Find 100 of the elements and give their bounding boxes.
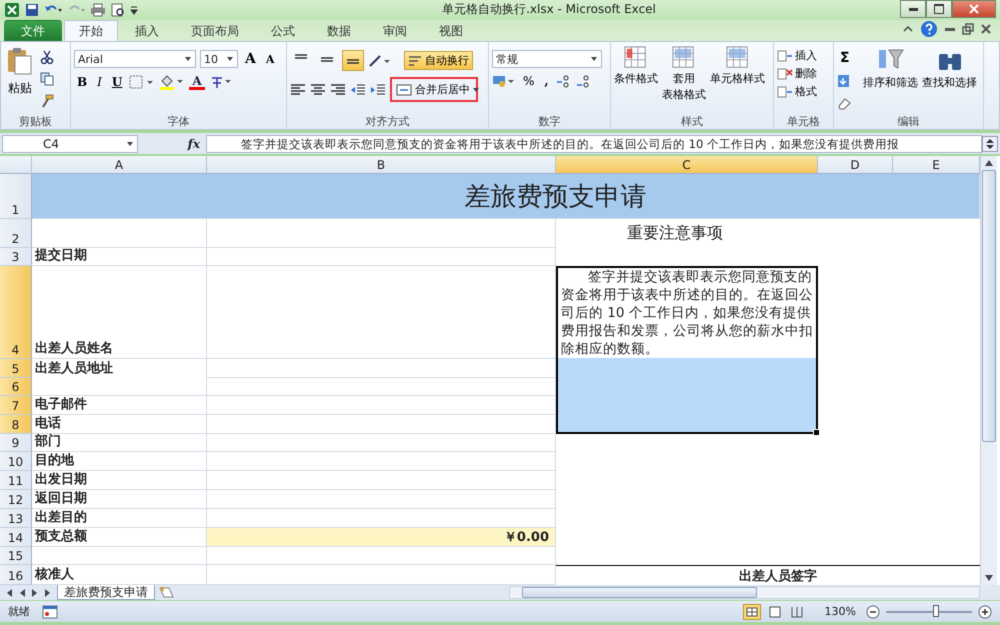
zoom-level[interactable]: 130% bbox=[824, 605, 856, 618]
ribbon-tab[interactable]: 数据 bbox=[312, 20, 366, 42]
number-format-field[interactable]: 常规 bbox=[492, 50, 602, 68]
print-preview-icon[interactable] bbox=[111, 2, 125, 17]
row-header[interactable]: 12 bbox=[0, 490, 32, 510]
wrap-text-button[interactable]: 自动换行 bbox=[404, 51, 473, 70]
maximize-button[interactable] bbox=[926, 0, 952, 18]
underline-button[interactable]: U bbox=[108, 75, 126, 90]
cut-icon[interactable] bbox=[40, 50, 54, 64]
row-header[interactable]: 8 bbox=[0, 415, 32, 434]
clipboard-icon[interactable] bbox=[6, 46, 34, 76]
insert-cells-button[interactable]: 插入 bbox=[777, 48, 817, 64]
ribbon-tab[interactable]: 插入 bbox=[120, 20, 174, 42]
formula-field[interactable]: 签字并提交该表即表示您同意预支的资金将用于该表中所述的目的。在返回公司后的 10 个工作日内，如果您没有提供费用报 bbox=[206, 134, 982, 153]
page-layout-view-icon[interactable] bbox=[766, 604, 783, 620]
zoom-out-icon[interactable] bbox=[866, 604, 880, 619]
conditional-format-icon[interactable] bbox=[624, 46, 648, 70]
expand-formula-icon[interactable] bbox=[982, 136, 998, 152]
sheet-tab[interactable]: 差旅费预支申请 bbox=[57, 585, 155, 600]
grow-font-button[interactable]: A bbox=[242, 51, 259, 68]
insert-sheet-icon[interactable] bbox=[159, 586, 175, 600]
table-grid-icon[interactable] bbox=[726, 46, 750, 70]
currency-icon[interactable] bbox=[492, 74, 516, 88]
row-header[interactable]: 1 bbox=[0, 174, 32, 220]
column-header[interactable]: C bbox=[556, 156, 818, 174]
row-header[interactable]: 9 bbox=[0, 434, 32, 452]
ribbon-tab[interactable]: 视图 bbox=[424, 20, 478, 42]
font-size-field[interactable]: 10 bbox=[200, 50, 238, 68]
merge-center-button[interactable]: 合并后居中 bbox=[390, 77, 478, 102]
row-header[interactable]: 10 bbox=[0, 452, 32, 472]
ribbon-tab[interactable]: 审阅 bbox=[368, 20, 422, 42]
horizontal-align-icon[interactable] bbox=[310, 84, 326, 96]
row-header[interactable]: 7 bbox=[0, 396, 32, 416]
vertical-scrollbar[interactable] bbox=[980, 156, 997, 586]
row-header[interactable]: 15 bbox=[0, 547, 32, 566]
close-icon[interactable] bbox=[980, 23, 992, 36]
sort-filter-button[interactable]: 排序和筛选 bbox=[863, 44, 918, 92]
orientation-icon[interactable] bbox=[368, 54, 392, 68]
excel-logo-icon[interactable] bbox=[4, 2, 20, 18]
horizontal-scrollbar[interactable] bbox=[509, 586, 980, 600]
autosum-button[interactable]: Σ bbox=[837, 50, 853, 66]
row-header[interactable]: 16 bbox=[0, 565, 32, 586]
normal-view-icon[interactable] bbox=[742, 604, 761, 620]
font-color-button[interactable]: A bbox=[189, 74, 205, 90]
format-cells-button[interactable]: 格式 bbox=[777, 84, 817, 100]
zoom-slider-thumb[interactable] bbox=[932, 604, 939, 617]
font-name-field[interactable]: Arial bbox=[74, 50, 196, 68]
format-table-button[interactable]: 套用 表格格式 bbox=[662, 44, 706, 104]
bold-button[interactable]: B bbox=[74, 75, 90, 90]
printer-icon[interactable] bbox=[90, 2, 106, 17]
help-icon[interactable] bbox=[920, 20, 938, 38]
ribbon-tab[interactable]: 公式 bbox=[256, 20, 310, 42]
row-header[interactable]: 11 bbox=[0, 471, 32, 490]
delete-cells-button[interactable]: 删除 bbox=[777, 66, 817, 82]
row-header[interactable]: 2 bbox=[0, 219, 32, 248]
shrink-font-button[interactable]: A bbox=[262, 52, 278, 66]
row-header[interactable]: 5 bbox=[0, 359, 32, 378]
horizontal-align-icon[interactable] bbox=[330, 84, 346, 96]
decrease-indent-icon[interactable] bbox=[350, 84, 366, 96]
minimize-button[interactable] bbox=[900, 0, 926, 18]
selected-note-cell[interactable]: 签字并提交该表即表示您同意预支的资金将用于该表中所述的目的。在返回公司后的 10 个工作日内，如果您没有提供费用报告和发票，公司将从您的薪水中扣除相应的数额。 bbox=[556, 266, 818, 434]
format-painter-icon[interactable] bbox=[40, 94, 54, 108]
table-grid-icon[interactable] bbox=[672, 46, 696, 70]
scroll-up-icon[interactable] bbox=[985, 160, 993, 166]
copy-icon[interactable] bbox=[40, 72, 56, 86]
name-box[interactable]: C4 bbox=[2, 134, 138, 153]
increase-indent-icon[interactable] bbox=[370, 84, 386, 96]
close-button[interactable] bbox=[952, 0, 996, 18]
zoom-in-icon[interactable] bbox=[978, 604, 992, 619]
row-header[interactable]: 3 bbox=[0, 248, 32, 266]
find-select-button[interactable]: 查找和选择 bbox=[922, 44, 977, 92]
fill-color-icon[interactable] bbox=[159, 74, 186, 90]
horizontal-align-icon[interactable] bbox=[290, 84, 306, 96]
restore-icon[interactable] bbox=[962, 23, 974, 36]
macro-record-icon[interactable] bbox=[42, 604, 58, 619]
cells-icon[interactable] bbox=[777, 84, 793, 99]
scroll-down-icon[interactable] bbox=[985, 575, 993, 582]
row-header[interactable]: 13 bbox=[0, 509, 32, 528]
paste-button[interactable]: 粘贴 bbox=[4, 44, 36, 100]
insert-function-button[interactable]: fx bbox=[138, 136, 206, 151]
percent-button[interactable]: % bbox=[520, 74, 538, 88]
row-header[interactable]: 14 bbox=[0, 528, 32, 548]
comma-button[interactable]: , bbox=[541, 74, 552, 88]
ribbon-tab[interactable]: 页面布局 bbox=[176, 20, 254, 42]
cells-icon[interactable] bbox=[777, 48, 793, 63]
vertical-align-button[interactable] bbox=[342, 50, 364, 72]
row-header[interactable]: 6 bbox=[0, 378, 32, 396]
ribbon-tab[interactable]: 开始 bbox=[64, 20, 118, 42]
delete-cells-icon[interactable] bbox=[777, 66, 793, 81]
conditional-format-button[interactable]: 条件格式 bbox=[614, 44, 658, 88]
row-header[interactable]: 4 bbox=[0, 266, 32, 360]
italic-button[interactable]: I bbox=[94, 75, 105, 90]
cell-styles-button[interactable]: 单元格样式 bbox=[710, 44, 765, 88]
customize-caret-icon[interactable] bbox=[130, 4, 138, 16]
ribbon-tab[interactable]: 文件 bbox=[4, 20, 62, 42]
save-icon[interactable] bbox=[25, 2, 39, 17]
wrap-text-icon[interactable] bbox=[408, 54, 422, 67]
borders-icon[interactable] bbox=[129, 75, 156, 90]
field-label: 出发日期 bbox=[32, 471, 207, 490]
merge-icon[interactable] bbox=[396, 84, 412, 96]
